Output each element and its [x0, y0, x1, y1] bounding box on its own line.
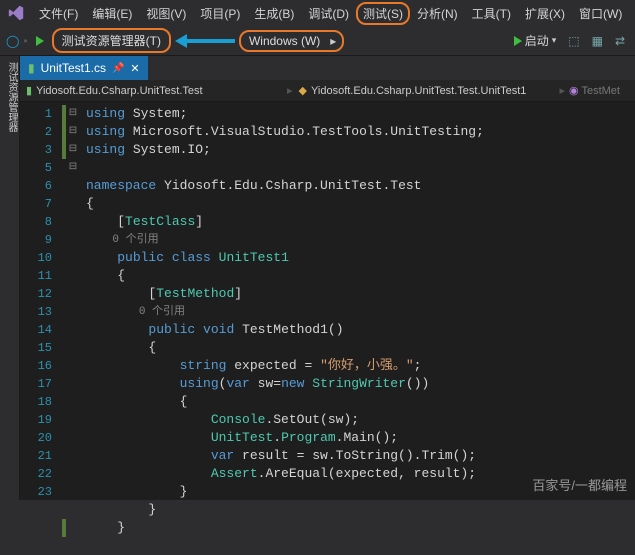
menu-project[interactable]: 项目(P) [193, 1, 247, 26]
annotation-arrow [175, 34, 235, 48]
menu-debug[interactable]: 调试(D) [301, 1, 356, 26]
method-icon: ◉ [569, 85, 579, 97]
breadcrumb-class[interactable]: ◆ Yidosoft.Edu.Csharp.UnitTest.Test.Unit… [293, 84, 560, 97]
menu-build[interactable]: 生成(B) [247, 1, 301, 26]
csharp-icon: ▮ [26, 84, 32, 97]
menu-test[interactable]: 测试(S) [356, 2, 410, 25]
fold-gutter[interactable]: ⊟⊟⊟⊟ [66, 102, 80, 500]
nav-fwd-icon[interactable]: • [23, 34, 27, 48]
menubar: 文件(F) 编辑(E) 视图(V) 项目(P) 生成(B) 调试(D) 测试(S… [0, 0, 635, 26]
class-icon: ◆ [299, 84, 307, 97]
menu-edit[interactable]: 编辑(E) [85, 1, 139, 26]
breadcrumb-namespace[interactable]: ▮ Yidosoft.Edu.Csharp.UnitTest.Test [20, 84, 287, 97]
menu-window[interactable]: 窗口(W) [572, 1, 629, 26]
menu-extensions[interactable]: 扩展(X) [518, 1, 572, 26]
line-numbers: 123567891011121314151617181920212223 [20, 102, 62, 500]
menu-tools[interactable]: 工具(T) [465, 1, 518, 26]
code-content[interactable]: using System;using Microsoft.VisualStudi… [80, 102, 635, 500]
nav-back-icon[interactable]: ◯ [6, 34, 19, 48]
vs-logo-icon [6, 3, 26, 23]
sidebar-test-explorer[interactable]: 测试资源管理器 [0, 56, 20, 500]
editor-tabs: ▮ UnitTest1.cs 📌 ✕ [20, 56, 635, 80]
toolbar-icon-1[interactable]: ⬚ [564, 34, 583, 48]
play-icon [36, 36, 44, 46]
csharp-file-icon: ▮ [28, 61, 35, 75]
menu-view[interactable]: 视图(V) [139, 1, 193, 26]
play-button[interactable] [32, 34, 48, 48]
play-icon [514, 36, 522, 46]
pin-icon[interactable]: 📌 [112, 63, 124, 74]
menu-analyze[interactable]: 分析(N) [410, 1, 465, 26]
toolbar-icon-3[interactable]: ⇄ [611, 34, 629, 48]
windows-dropdown[interactable]: Windows (W)▸ [239, 30, 344, 52]
start-button[interactable]: 启动▾ [510, 30, 561, 51]
test-explorer-dropdown[interactable]: 测试资源管理器(T) [52, 28, 171, 53]
tab-label: UnitTest1.cs [41, 61, 106, 75]
menu-file[interactable]: 文件(F) [32, 1, 85, 26]
toolbar-icon-2[interactable]: ▦ [588, 34, 607, 48]
tab-unittest1[interactable]: ▮ UnitTest1.cs 📌 ✕ [20, 56, 148, 80]
toolbar: ◯ • 测试资源管理器(T) Windows (W)▸ 启动▾ ⬚ ▦ ⇄ [0, 26, 635, 56]
code-editor[interactable]: 123567891011121314151617181920212223 ⊟⊟⊟… [20, 102, 635, 500]
close-icon[interactable]: ✕ [130, 62, 139, 75]
breadcrumb-method[interactable]: ◉ TestMet [565, 84, 635, 97]
breadcrumb: ▮ Yidosoft.Edu.Csharp.UnitTest.Test ▸ ◆ … [20, 80, 635, 102]
watermark: 百家号/一都编程 [532, 475, 627, 494]
